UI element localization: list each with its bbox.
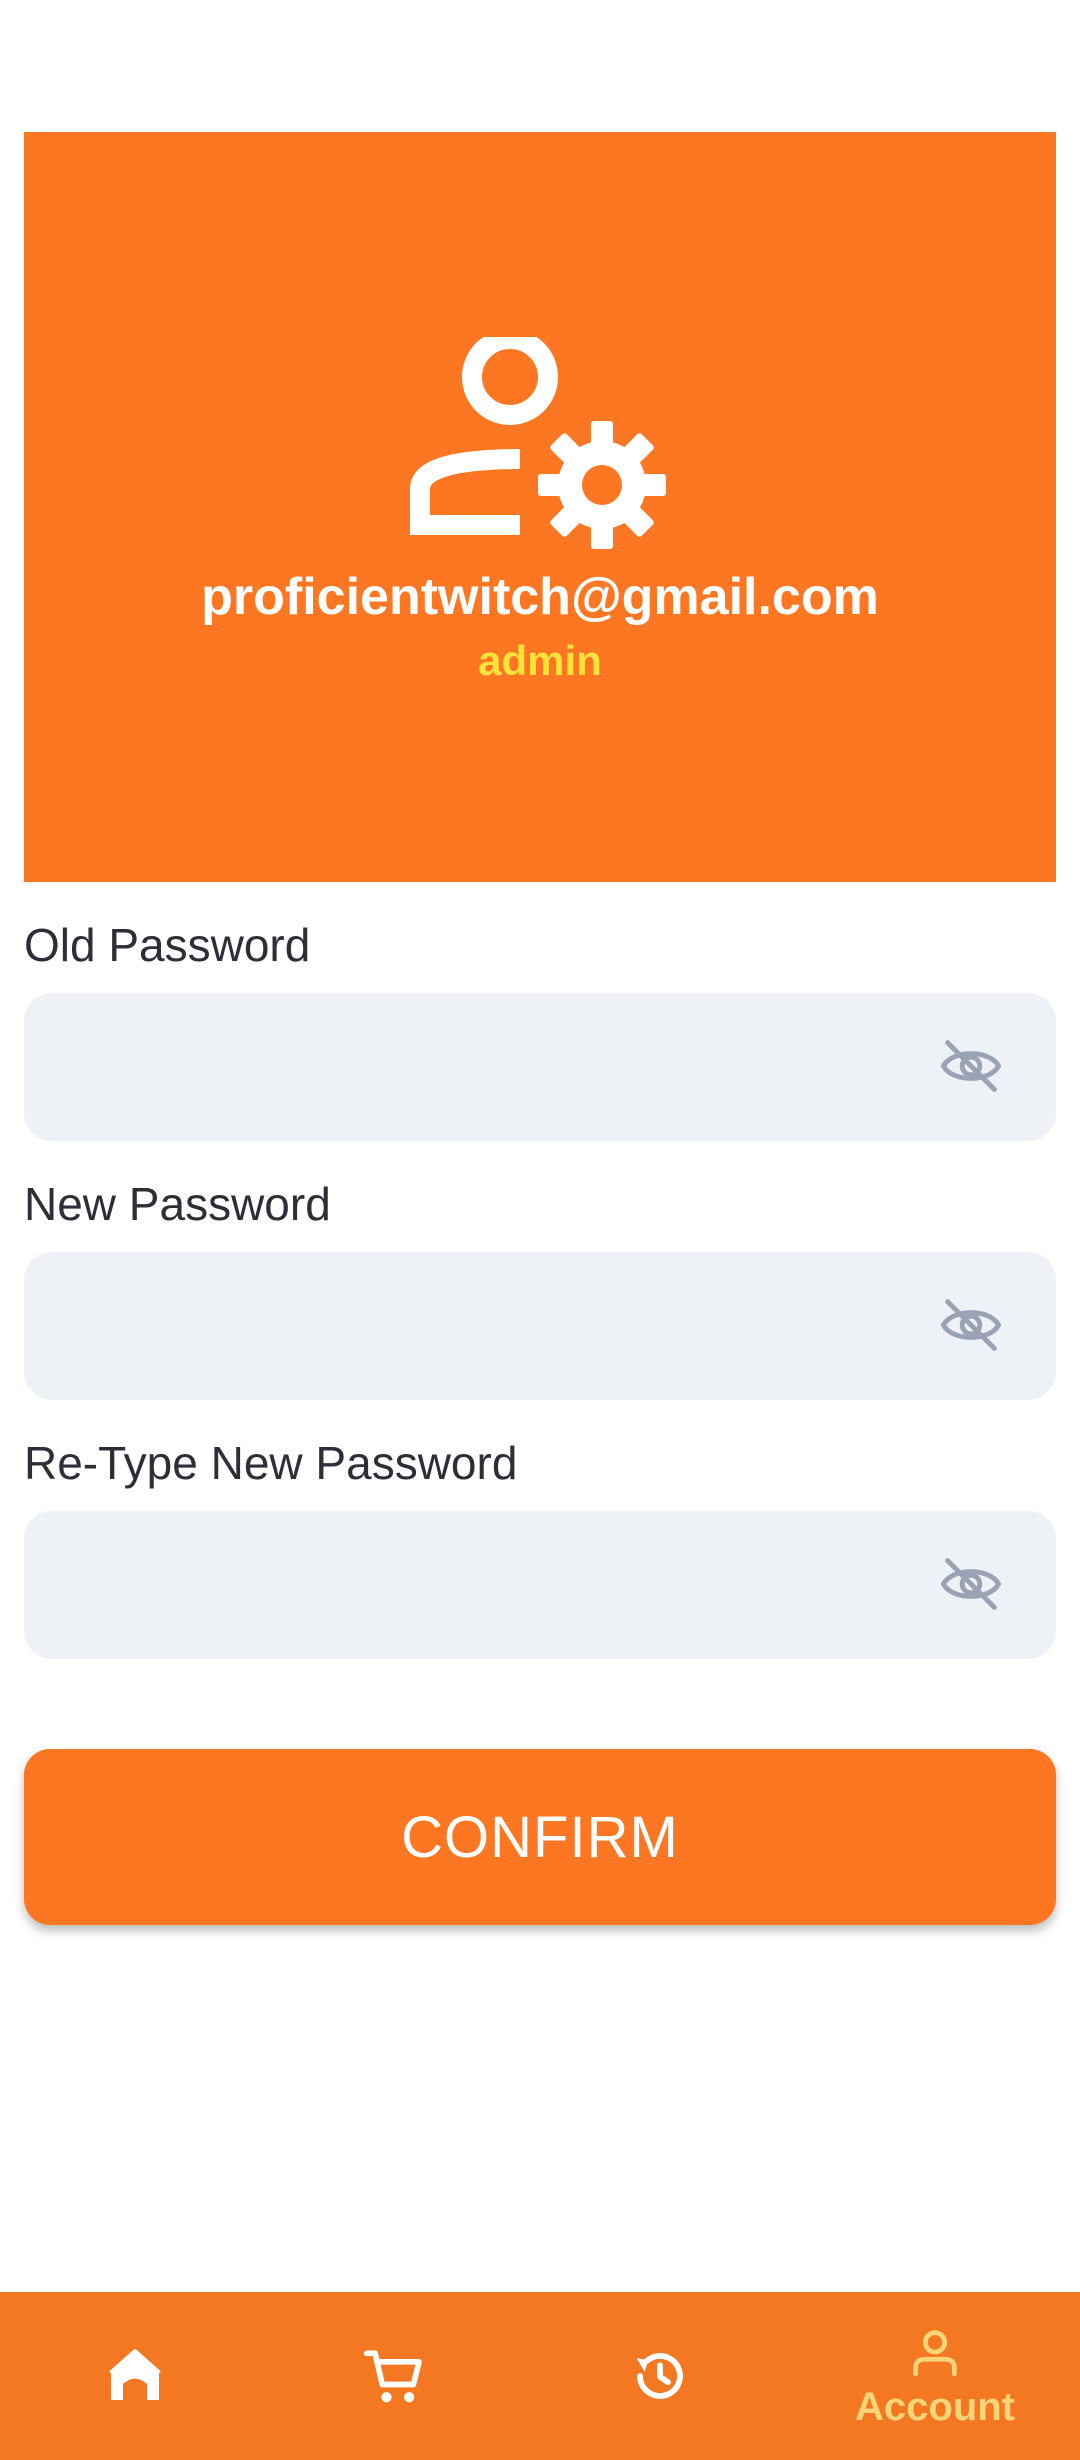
account-icon (913, 2329, 957, 2376)
nav-account[interactable]: Account (800, 2292, 1070, 2460)
retype-password-input[interactable] (54, 1511, 918, 1661)
nav-home[interactable] (0, 2292, 270, 2460)
user-email: proficientwitch@gmail.com (201, 568, 879, 626)
user-role: admin (478, 637, 602, 684)
retype-password-field[interactable] (24, 1511, 1056, 1661)
old-password-label: Old Password (24, 919, 311, 971)
confirm-button[interactable]: CONFIRM (24, 1749, 1056, 1925)
old-password-field[interactable] (24, 993, 1056, 1143)
new-password-field[interactable] (24, 1252, 1056, 1402)
profile-header: proficientwitch@gmail.com admin (24, 132, 1056, 882)
old-password-input[interactable] (54, 993, 918, 1143)
retype-password-label: Re-Type New Password (24, 1437, 518, 1489)
eye-off-icon[interactable] (938, 1033, 1004, 1099)
admin-settings-icon (410, 337, 666, 549)
nav-account-label: Account (855, 2384, 1015, 2429)
new-password-label: New Password (24, 1178, 331, 1230)
cart-icon (363, 2350, 422, 2403)
nav-history[interactable] (525, 2292, 795, 2460)
eye-off-icon[interactable] (938, 1292, 1004, 1358)
bottom-nav: Account (0, 2292, 1080, 2460)
history-icon (636, 2353, 683, 2399)
new-password-input[interactable] (54, 1252, 918, 1402)
nav-cart[interactable] (260, 2292, 530, 2460)
home-icon (109, 2349, 161, 2400)
eye-off-icon[interactable] (938, 1551, 1004, 1617)
